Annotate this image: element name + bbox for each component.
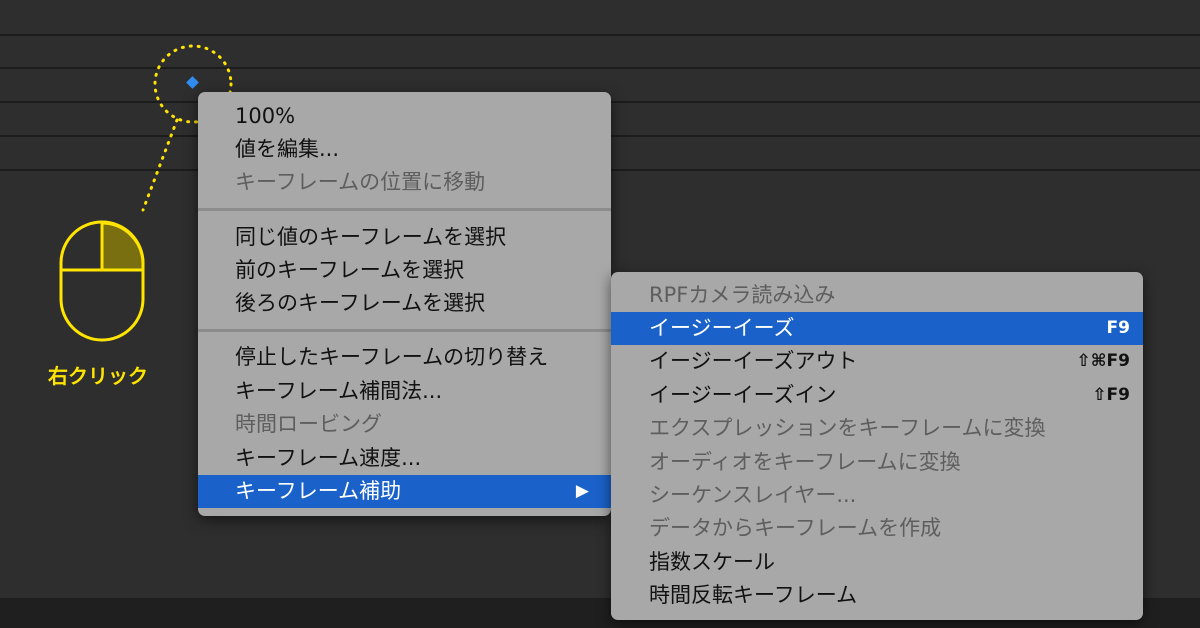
menu-item-label: 同じ値のキーフレームを選択 xyxy=(235,225,507,249)
submenu-item-easy-ease-in[interactable]: イージーイーズイン ⇧F9 xyxy=(611,379,1143,412)
menu-item-label: RPFカメラ読み込み xyxy=(649,283,836,307)
menu-item-label: 停止したキーフレームの切り替え xyxy=(235,345,549,369)
menu-item-label: キーフレーム補間法... xyxy=(235,379,443,403)
menu-item-label: エクスプレッションをキーフレームに変換 xyxy=(649,416,1046,440)
menu-separator xyxy=(198,208,611,211)
menu-item-keyframe-interpolation[interactable]: キーフレーム補間法... xyxy=(198,375,611,408)
menu-item-label: キーフレーム速度... xyxy=(235,446,422,470)
menu-item-edit-value[interactable]: 値を編集... xyxy=(198,133,611,166)
submenu-arrow-icon: ▶ xyxy=(575,481,589,501)
submenu-item-convert-expression: エクスプレッションをキーフレームに変換 xyxy=(611,412,1143,445)
menu-item-label: イージーイーズ xyxy=(649,316,795,340)
submenu-item-keyframes-from-data: データからキーフレームを作成 xyxy=(611,512,1143,545)
menu-item-label: 時間反転キーフレーム xyxy=(649,583,858,607)
menu-item-label: 後ろのキーフレームを選択 xyxy=(235,291,486,315)
menu-item-keyframe-assistant[interactable]: キーフレーム補助 ▶ xyxy=(198,475,611,508)
context-menu: 100% 値を編集... キーフレームの位置に移動 同じ値のキーフレームを選択 … xyxy=(198,92,611,516)
menu-item-label: イージーイーズアウト xyxy=(649,349,858,373)
menu-separator xyxy=(198,329,611,332)
shortcut-label: ⇧F9 xyxy=(1092,385,1130,405)
mouse-icon xyxy=(59,220,145,342)
right-click-label: 右クリック xyxy=(48,364,148,388)
menu-item-go-to-keyframe-time: キーフレームの位置に移動 xyxy=(198,166,611,199)
menu-item-label: 前のキーフレームを選択 xyxy=(235,258,465,282)
menu-item-label: 時間ロービング xyxy=(235,412,382,436)
submenu-item-sequence-layers: シーケンスレイヤー... xyxy=(611,479,1143,512)
menu-item-label: 値を編集... xyxy=(235,137,340,161)
menu-item-100-percent[interactable]: 100% xyxy=(198,100,611,133)
submenu-item-easy-ease[interactable]: イージーイーズ F9 xyxy=(611,312,1143,345)
menu-item-label: データからキーフレームを作成 xyxy=(649,516,942,540)
menu-item-keyframe-velocity[interactable]: キーフレーム速度... xyxy=(198,442,611,475)
menu-item-select-following-keyframes[interactable]: 後ろのキーフレームを選択 xyxy=(198,287,611,320)
menu-item-toggle-hold-keyframe[interactable]: 停止したキーフレームの切り替え xyxy=(198,341,611,374)
shortcut-label: ⇧⌘F9 xyxy=(1076,351,1130,371)
menu-item-label: 100% xyxy=(235,104,296,128)
menu-item-select-previous-keyframes[interactable]: 前のキーフレームを選択 xyxy=(198,254,611,287)
menu-item-rove-across-time: 時間ロービング xyxy=(198,408,611,441)
pointer-line xyxy=(141,118,179,212)
menu-item-label: 指数スケール xyxy=(649,550,775,574)
submenu-item-exponential-scale[interactable]: 指数スケール xyxy=(611,546,1143,579)
keyframe-assistant-submenu: RPFカメラ読み込み イージーイーズ F9 イージーイーズアウト ⇧⌘F9 イー… xyxy=(611,272,1143,620)
submenu-item-time-reverse-keyframes[interactable]: 時間反転キーフレーム xyxy=(611,579,1143,612)
menu-item-label: キーフレーム補助 xyxy=(235,479,402,503)
submenu-item-easy-ease-out[interactable]: イージーイーズアウト ⇧⌘F9 xyxy=(611,345,1143,378)
menu-item-label: オーディオをキーフレームに変換 xyxy=(649,450,961,474)
menu-item-label: シーケンスレイヤー... xyxy=(649,483,857,507)
menu-item-label: イージーイーズイン xyxy=(649,383,837,407)
shortcut-label: F9 xyxy=(1106,318,1130,338)
menu-item-label: キーフレームの位置に移動 xyxy=(235,170,486,194)
submenu-item-convert-audio: オーディオをキーフレームに変換 xyxy=(611,446,1143,479)
submenu-item-rpf-camera-import: RPFカメラ読み込み xyxy=(611,279,1143,312)
menu-item-select-equal-keyframes[interactable]: 同じ値のキーフレームを選択 xyxy=(198,221,611,254)
